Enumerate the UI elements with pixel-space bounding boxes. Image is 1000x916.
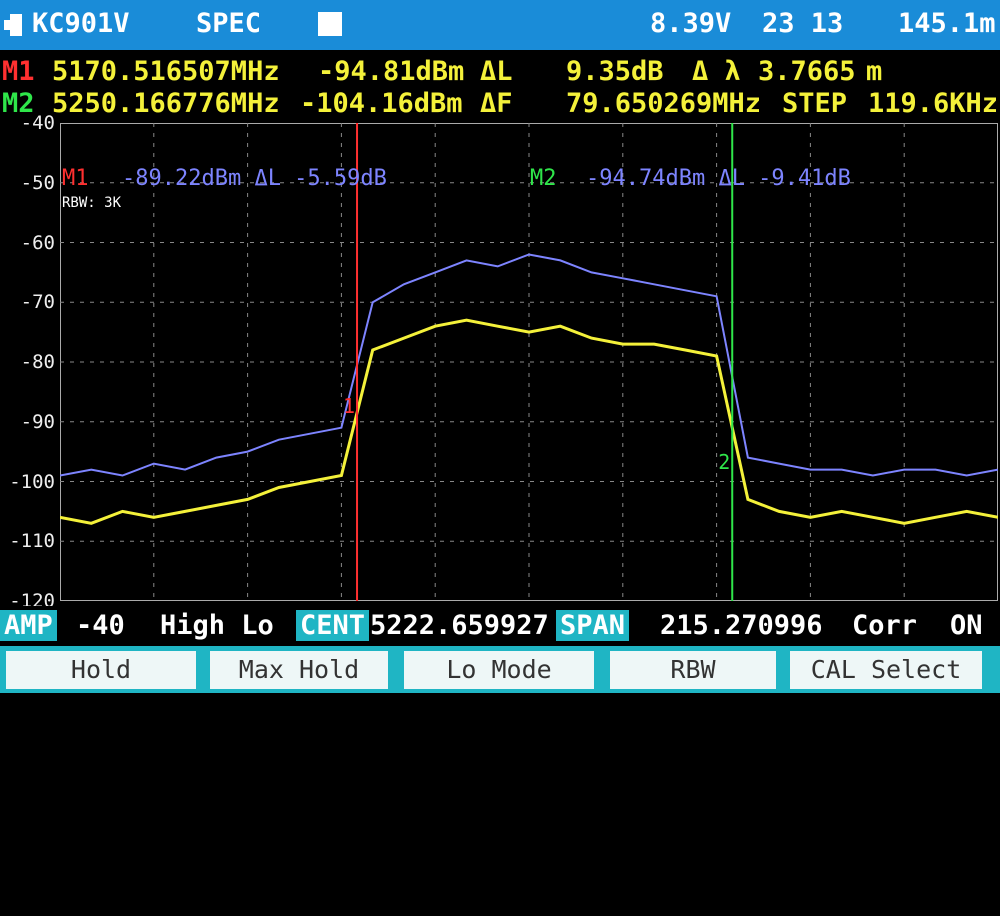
- softkey-lo-mode[interactable]: Lo Mode: [404, 651, 594, 689]
- softkey-hold[interactable]: Hold: [6, 651, 196, 689]
- marker2-level: -104.16dBm: [300, 88, 463, 119]
- overlay-m1-label: M1: [62, 166, 89, 191]
- corr-label: Corr: [852, 610, 918, 641]
- y-tick-label: -80: [20, 351, 55, 373]
- overlay-m2-label: M2: [530, 166, 557, 191]
- header-value: 145.1m: [898, 8, 996, 39]
- marker2-freq: 5250.166776MHz: [52, 88, 280, 119]
- y-tick-label: -100: [9, 470, 55, 493]
- stop-icon[interactable]: [318, 12, 342, 36]
- marker-number-1: 1: [343, 394, 355, 418]
- marker2-row: M2 5250.166776MHz -104.16dBm ΔF 79.65026…: [0, 82, 1000, 126]
- spectrum-plot[interactable]: 1 2 M1 -89.22dBm ΔL -5.59dB M2 -94.74dBm …: [60, 123, 998, 601]
- y-tick-label: -70: [20, 291, 55, 314]
- softkey-rbw[interactable]: RBW: [610, 651, 776, 689]
- overlay-m1-text: -89.22dBm ΔL -5.59dB: [122, 166, 387, 191]
- y-tick-label: -110: [9, 530, 55, 553]
- lo-mode-value: High Lo: [160, 610, 274, 641]
- device-icon: [4, 14, 22, 36]
- device-name: KC901V: [32, 8, 130, 39]
- mode-label: SPEC: [196, 8, 262, 39]
- span-tag[interactable]: SPAN: [556, 610, 630, 641]
- marker2-delta-label: ΔF: [480, 88, 513, 119]
- top-status-bar: KC901V SPEC 8.39V 23 13 145.1m: [0, 0, 1000, 50]
- marker2-step-value: 119.6KHz: [868, 88, 999, 119]
- battery-voltage: 8.39V: [650, 8, 732, 39]
- status-row: AMP -40 High Lo CENT 5222.659927 SPAN 21…: [0, 606, 1000, 646]
- span-value: 215.270996: [660, 610, 823, 641]
- center-tag[interactable]: CENT: [296, 610, 370, 641]
- clock: 23 13: [762, 8, 844, 39]
- amp-tag[interactable]: AMP: [0, 610, 57, 641]
- y-tick-label: -60: [20, 231, 55, 254]
- softkey-max-hold[interactable]: Max Hold: [210, 651, 388, 689]
- softkey-cal-select[interactable]: CAL Select: [790, 651, 982, 689]
- softkey-bar: Hold Max Hold Lo Mode RBW CAL Select: [0, 646, 1000, 693]
- y-tick-label: -50: [20, 171, 55, 194]
- center-freq: 5222.659927: [370, 610, 549, 641]
- y-tick-label: -40: [20, 112, 55, 134]
- amp-value: -40: [76, 610, 125, 641]
- rbw-label: RBW: 3K: [62, 195, 122, 211]
- corr-value: ON: [950, 610, 983, 641]
- y-tick-label: -90: [20, 410, 55, 433]
- marker2-step-label: STEP: [782, 88, 848, 119]
- overlay-m2-text: -94.74dBm ΔL -9.41dB: [586, 166, 851, 191]
- marker2-delta-value: 79.650269MHz: [566, 88, 762, 119]
- marker-number-2: 2: [718, 450, 730, 474]
